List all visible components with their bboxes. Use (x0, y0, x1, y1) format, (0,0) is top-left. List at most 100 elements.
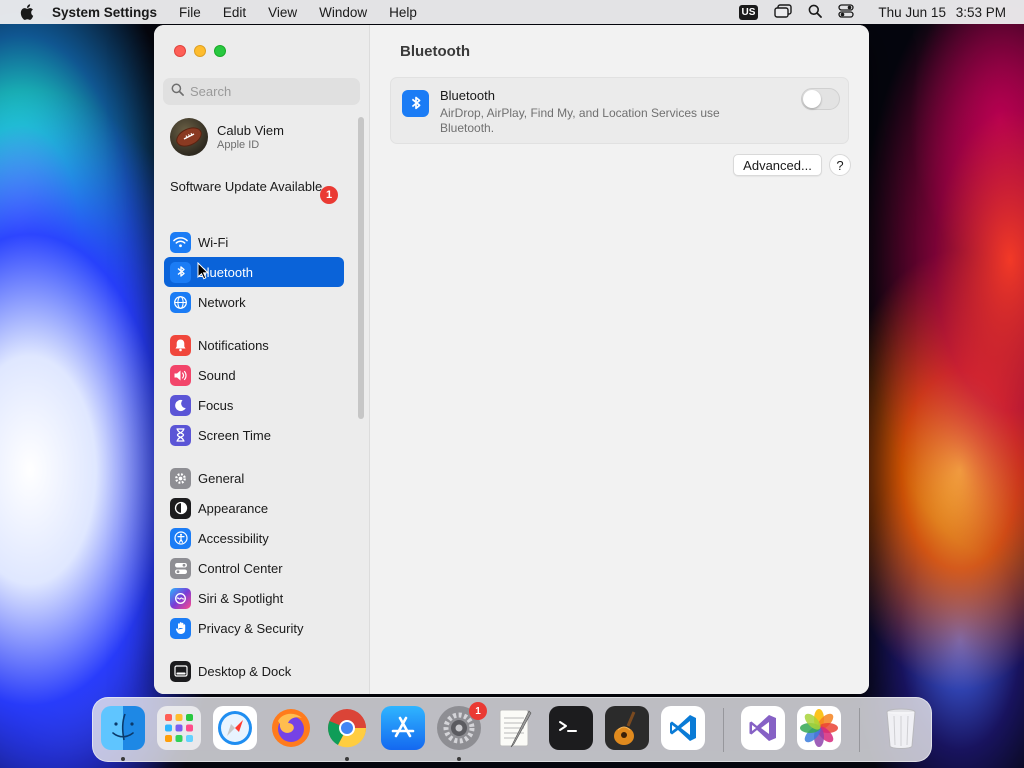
help-button[interactable]: ? (829, 154, 851, 176)
speaker-icon (170, 364, 191, 386)
system-settings-badge: 1 (469, 702, 487, 720)
dock: 1 (92, 697, 932, 762)
sidebar-item-label: Accessibility (198, 530, 269, 546)
sidebar-item-sound[interactable]: Sound (164, 360, 344, 390)
garageband-icon[interactable] (605, 706, 649, 750)
sidebar-item-label: Privacy & Security (198, 620, 304, 636)
menu-window[interactable]: Window (319, 5, 367, 20)
mouse-pointer-icon (197, 262, 209, 280)
firefox-icon[interactable] (269, 706, 313, 750)
safari-icon[interactable] (213, 706, 257, 750)
window-switcher-icon[interactable] (774, 3, 793, 21)
apple-menu-icon[interactable] (20, 4, 36, 20)
sidebar-item-focus[interactable]: Focus (164, 390, 344, 420)
menu-view[interactable]: View (268, 5, 297, 20)
gear-icon (170, 467, 191, 489)
sidebar-item-label: Control Center (198, 560, 283, 576)
clock-time: 3:53 PM (955, 4, 1006, 20)
profile-subtitle: Apple ID (217, 139, 260, 151)
globe-icon (170, 291, 191, 313)
toggle-knob (803, 90, 821, 108)
hourglass-icon (170, 424, 191, 446)
sidebar-item-label: Wi-Fi (198, 234, 229, 250)
bluetooth-card-title: Bluetooth (440, 88, 495, 103)
visual-studio-icon[interactable] (741, 706, 785, 750)
sidebar-item-general[interactable]: General (164, 463, 344, 493)
sidebar-item-wifi[interactable]: Wi-Fi (164, 227, 344, 257)
moon-icon (170, 394, 191, 416)
sidebar-item-label: Screen Time (198, 427, 271, 443)
bluetooth-settings-card: Bluetooth AirDrop, AirPlay, Find My, and… (390, 77, 849, 144)
control-center-menu-icon[interactable] (838, 3, 855, 21)
football-icon (176, 127, 202, 147)
menu-clock[interactable]: Thu Jun 15 3:53 PM (878, 5, 1006, 20)
appearance-icon (170, 497, 191, 519)
system-settings-window: Calub Viem Apple ID Software Update Avai… (154, 25, 869, 694)
sidebar-item-screen-time[interactable]: Screen Time (164, 420, 344, 450)
bell-icon (170, 334, 191, 356)
sidebar-item-network[interactable]: Network (164, 287, 344, 317)
advanced-button[interactable]: Advanced... (733, 154, 822, 176)
running-indicator (345, 757, 349, 761)
sidebar-item-desktop-dock[interactable]: Desktop & Dock (164, 656, 344, 686)
clock-day: Thu Jun 15 (878, 4, 946, 20)
profile-name: Calub Viem (217, 123, 284, 138)
menu-file[interactable]: File (179, 5, 201, 20)
dock-icon (170, 660, 191, 682)
page-title: Bluetooth (400, 43, 470, 60)
siri-icon (170, 587, 191, 609)
bluetooth-card-description: AirDrop, AirPlay, Find My, and Location … (440, 106, 720, 135)
textedit-icon[interactable] (493, 706, 537, 750)
trash-icon[interactable] (879, 706, 923, 750)
sidebar-item-label: Network (198, 294, 246, 310)
search-field[interactable] (163, 78, 360, 105)
control-center-icon (170, 557, 191, 579)
minimize-window-button[interactable] (194, 45, 206, 57)
launchpad-icon[interactable] (157, 706, 201, 750)
accessibility-icon (170, 527, 191, 549)
settings-detail-pane: Bluetooth Bluetooth AirDrop, AirPlay, Fi… (370, 25, 869, 694)
sidebar-item-bluetooth[interactable]: Bluetooth (164, 257, 344, 287)
input-source-badge[interactable]: US (738, 4, 759, 20)
dock-separator (723, 708, 724, 752)
running-indicator (457, 757, 461, 761)
bluetooth-toggle[interactable] (801, 88, 840, 110)
sidebar-item-label: Appearance (198, 500, 269, 516)
sidebar-item-siri-spotlight[interactable]: Siri & Spotlight (164, 583, 344, 613)
bluetooth-icon (402, 90, 429, 117)
bluetooth-icon (170, 261, 191, 283)
menu-edit[interactable]: Edit (223, 5, 246, 20)
app-store-icon[interactable] (381, 706, 425, 750)
apple-id-profile[interactable]: Calub Viem Apple ID (170, 118, 284, 156)
chrome-icon[interactable] (325, 706, 369, 750)
search-icon (171, 83, 184, 101)
sidebar-item-label: Desktop & Dock (198, 663, 292, 679)
finder-icon[interactable] (101, 706, 145, 750)
sidebar-item-accessibility[interactable]: Accessibility (164, 523, 344, 553)
close-window-button[interactable] (174, 45, 186, 57)
menu-bar: System Settings File Edit View Window He… (0, 0, 1024, 24)
spotlight-search-icon[interactable] (808, 4, 823, 21)
sidebar: Calub Viem Apple ID Software Update Avai… (154, 25, 370, 694)
sidebar-item-label: Notifications (198, 337, 269, 353)
sidebar-item-label: General (198, 470, 245, 486)
menu-app-name[interactable]: System Settings (52, 5, 157, 20)
sidebar-item-label: Siri & Spotlight (198, 590, 284, 606)
software-update-item[interactable]: Software Update Available (170, 179, 340, 195)
menu-help[interactable]: Help (389, 5, 417, 20)
avatar (170, 118, 208, 156)
terminal-icon[interactable] (549, 706, 593, 750)
hand-icon (170, 617, 191, 639)
sidebar-scrollbar[interactable] (358, 117, 364, 419)
sidebar-item-privacy-security[interactable]: Privacy & Security (164, 613, 344, 643)
dock-separator (859, 708, 860, 752)
sidebar-item-appearance[interactable]: Appearance (164, 493, 344, 523)
sidebar-item-control-center[interactable]: Control Center (164, 553, 344, 583)
sidebar-item-notifications[interactable]: Notifications (164, 330, 344, 360)
zoom-window-button[interactable] (214, 45, 226, 57)
sidebar-item-label: Focus (198, 397, 234, 413)
search-input[interactable] (190, 84, 350, 99)
vscode-icon[interactable] (661, 706, 705, 750)
sidebar-item-label: Sound (198, 367, 236, 383)
photos-icon[interactable] (797, 706, 841, 750)
